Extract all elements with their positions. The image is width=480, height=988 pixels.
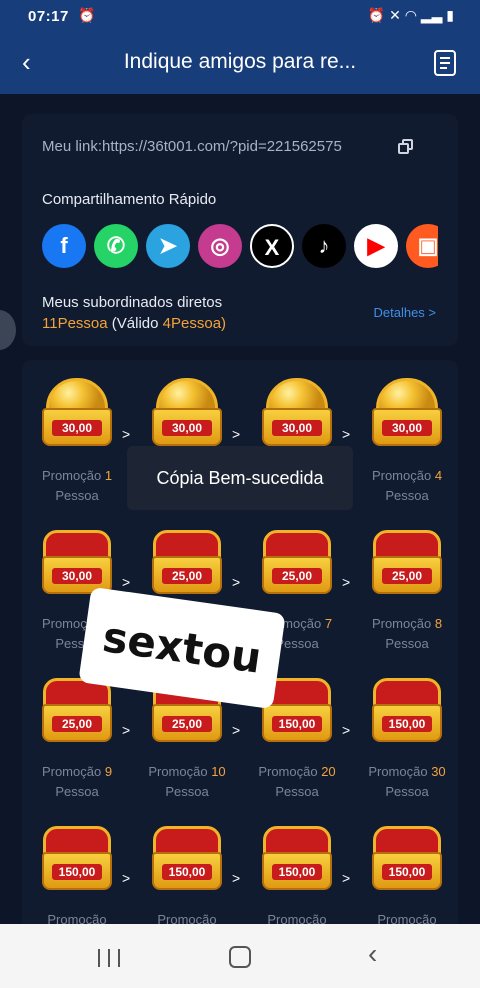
subordinates-count: 11Pessoa (Válido 4Pessoa)	[42, 315, 226, 332]
reward-amount: 25,00	[272, 568, 322, 584]
next-arrow: >	[342, 722, 351, 738]
instagram-icon[interactable]: ◎	[198, 224, 242, 268]
x-icon[interactable]: X	[250, 224, 294, 268]
invite-card: Meu link:https://36t001.com/?pid=2215625…	[22, 114, 458, 346]
telegram-icon[interactable]: ➤	[146, 224, 190, 268]
reward-amount: 30,00	[52, 420, 102, 436]
reward-chest: 150,00	[40, 822, 114, 894]
reward-caption: Promoção 20 Pessoa	[258, 764, 336, 799]
reward-chest: 30,00	[40, 526, 114, 598]
reward-chest: 30,00	[150, 378, 224, 450]
copy-success-toast: Cópia Bem-sucedida	[127, 446, 353, 510]
reward-chest: 150,00	[370, 674, 444, 746]
copy-icon[interactable]	[398, 139, 414, 155]
nav-back-icon[interactable]: ‹	[368, 938, 377, 970]
reward-caption: Promoção 1 Pessoa	[41, 468, 113, 503]
reward-amount: 150,00	[272, 716, 322, 732]
status-time: 07:17	[28, 8, 69, 25]
next-arrow: >	[122, 574, 131, 590]
reward-amount: 150,00	[382, 716, 432, 732]
subordinates-unit: Pessoa	[57, 315, 108, 332]
valid-prefix: (Válido	[111, 315, 159, 332]
reward-chest: 30,00	[40, 378, 114, 450]
tiktok-icon[interactable]: ♪	[302, 224, 346, 268]
share-title: Compartilhamento Rápido	[42, 191, 217, 208]
valid-unit: Pessoa)	[171, 315, 227, 332]
details-link[interactable]: Detalhes >	[373, 305, 436, 320]
reward-amount: 30,00	[272, 420, 322, 436]
reward-chest: 25,00	[150, 526, 224, 598]
alarm-icon: ⏰	[78, 7, 96, 23]
reward-caption: Promoção 10 Pessoa	[148, 764, 226, 799]
reward-caption: Promoção 8 Pessoa	[371, 616, 443, 651]
subordinates-number: 11	[42, 315, 58, 332]
home-icon[interactable]	[229, 946, 251, 968]
reward-amount: 25,00	[162, 568, 212, 584]
header: ‹ Indique amigos para re...	[0, 32, 480, 94]
reward-chest: 25,00	[260, 526, 334, 598]
reward-chest: 150,00	[260, 822, 334, 894]
next-arrow: >	[232, 722, 241, 738]
reward-amount: 150,00	[162, 864, 212, 880]
subordinates-label: Meus subordinados diretos	[42, 294, 223, 311]
youtube-icon[interactable]: ▶	[354, 224, 398, 268]
facebook-icon[interactable]: f	[42, 224, 86, 268]
status-icons: ⏰ ✕ ◠ ▂▃ ▮	[367, 7, 454, 23]
reward-amount: 25,00	[162, 716, 212, 732]
invite-link: Meu link:https://36t001.com/?pid=2215625…	[42, 138, 342, 155]
page-title: Indique amigos para re...	[123, 50, 357, 73]
reward-chest: 25,00	[370, 526, 444, 598]
next-arrow: >	[232, 574, 241, 590]
document-icon[interactable]	[434, 50, 456, 76]
reward-caption: Promoção 4 Pessoa	[371, 468, 443, 503]
reward-chest: 150,00	[370, 822, 444, 894]
reward-amount: 30,00	[382, 420, 432, 436]
recents-icon[interactable]	[94, 946, 124, 974]
next-arrow: >	[342, 426, 351, 442]
reward-amount: 150,00	[52, 864, 102, 880]
reward-amount: 25,00	[382, 568, 432, 584]
status-bar: 07:17 ⏰ ⏰ ✕ ◠ ▂▃ ▮	[0, 0, 480, 32]
reward-amount: 30,00	[162, 420, 212, 436]
reward-caption: Promoção 9 Pessoa	[41, 764, 113, 799]
next-arrow: >	[342, 870, 351, 886]
reward-chest: 150,00	[150, 822, 224, 894]
next-arrow: >	[122, 722, 131, 738]
reward-caption: Promoção 30 Pessoa	[368, 764, 446, 799]
next-arrow: >	[342, 574, 351, 590]
system-nav-bar: ‹	[0, 924, 480, 988]
social-share-row: f ✆ ➤ ◎ X ♪ ▶ ▣	[42, 224, 438, 268]
next-arrow: >	[122, 426, 131, 442]
valid-number: 4	[162, 315, 172, 332]
reward-chest: 30,00	[260, 378, 334, 450]
reward-chest: 30,00	[370, 378, 444, 450]
next-arrow: >	[232, 426, 241, 442]
floating-bubble[interactable]	[0, 310, 16, 350]
reward-amount: 150,00	[382, 864, 432, 880]
reward-amount: 30,00	[52, 568, 102, 584]
next-arrow: >	[232, 870, 241, 886]
kwai-icon[interactable]: ▣	[406, 224, 438, 268]
next-arrow: >	[122, 870, 131, 886]
whatsapp-icon[interactable]: ✆	[94, 224, 138, 268]
reward-amount: 150,00	[272, 864, 322, 880]
reward-amount: 25,00	[52, 716, 102, 732]
